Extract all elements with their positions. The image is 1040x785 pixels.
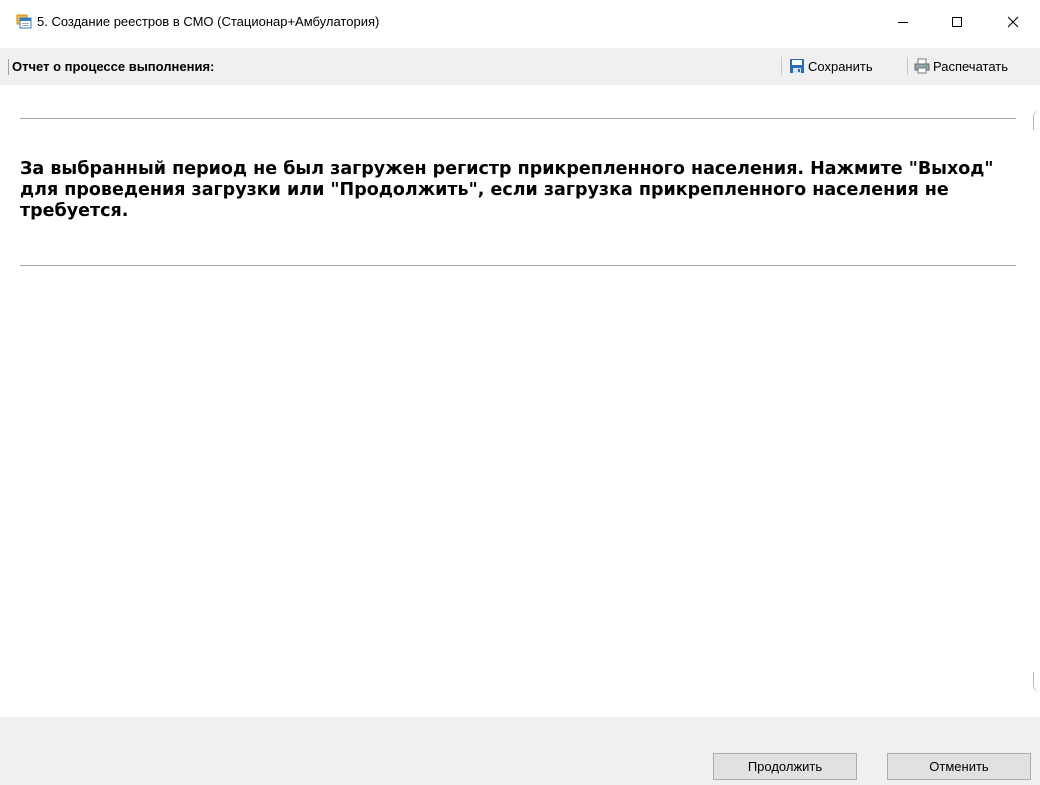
scrollbar-track-bottom [1033, 672, 1040, 692]
report-message: За выбранный период не был загружен реги… [20, 159, 994, 221]
floppy-disk-icon [789, 58, 805, 74]
toolbar-separator [781, 57, 782, 75]
bottom-divider [20, 265, 1016, 266]
close-button[interactable] [990, 0, 1036, 44]
minimize-icon [897, 16, 909, 28]
cancel-button[interactable]: Отменить [887, 753, 1031, 780]
minimize-button[interactable] [880, 0, 926, 44]
continue-button[interactable]: Продолжить [713, 753, 857, 780]
dialog-footer: Продолжить Отменить [0, 717, 1040, 785]
save-label: Сохранить [808, 58, 873, 74]
close-icon [1007, 16, 1019, 28]
print-button[interactable]: Распечатать [914, 56, 1008, 76]
toolbar-separator [907, 57, 908, 75]
scrollbar-track-top [1033, 110, 1040, 130]
report-toolbar: Отчет о процессе выполнения: Сохранить Р… [0, 48, 1040, 85]
report-label: Отчет о процессе выполнения: [12, 59, 215, 74]
vertical-scrollbar[interactable] [1028, 85, 1040, 717]
window-title: 5. Создание реестров в СМО (Стационар+Ам… [37, 14, 380, 29]
save-button[interactable]: Сохранить [789, 56, 873, 76]
printer-icon [914, 58, 930, 74]
window-titlebar: 5. Создание реестров в СМО (Стационар+Ам… [0, 0, 1040, 44]
top-divider [20, 118, 1016, 119]
window-stack-icon [16, 13, 32, 29]
report-content: За выбранный период не был загружен реги… [0, 85, 1028, 717]
maximize-icon [951, 16, 963, 28]
toolbar-divider [8, 59, 9, 75]
maximize-button[interactable] [934, 0, 980, 44]
print-label: Распечатать [933, 58, 1009, 74]
